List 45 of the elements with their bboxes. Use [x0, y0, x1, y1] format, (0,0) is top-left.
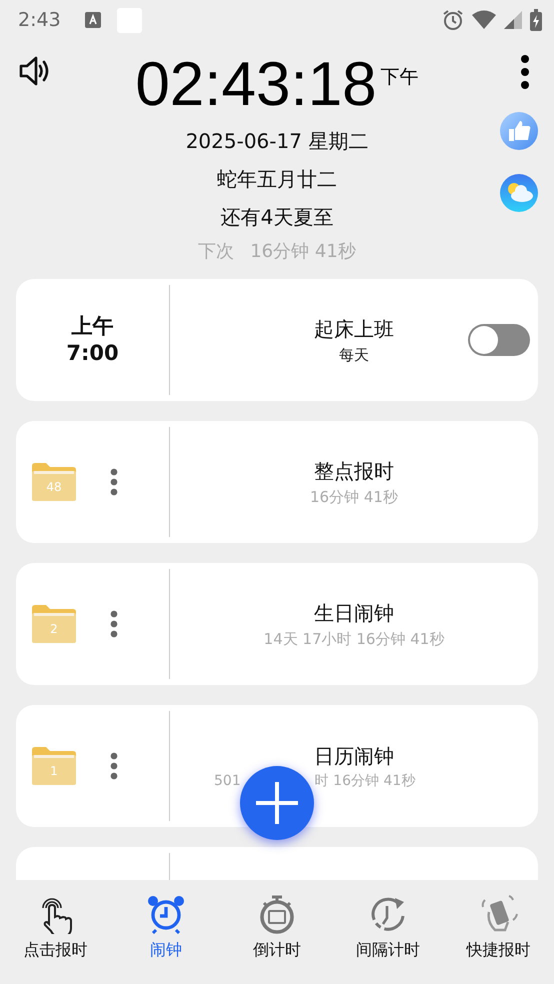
- folder-icon: [32, 747, 76, 785]
- next-countdown: 16分钟 41秒: [250, 240, 356, 264]
- countdown-text: 16分钟 41秒: [310, 486, 398, 508]
- countdown-text: 501: [214, 772, 241, 790]
- nav-tab[interactable]: 快捷报时: [443, 880, 554, 984]
- nav-tab[interactable]: 间隔计时: [332, 880, 444, 984]
- folder-title: 生日闹钟: [313, 600, 395, 627]
- more-menu-icon[interactable]: [520, 54, 530, 90]
- folder-title: 日历闹钟: [313, 742, 395, 770]
- countdown-text: 14天 17小时 16分钟 41秒: [264, 628, 444, 650]
- date-text: 2025-06-17 星期二: [186, 129, 368, 153]
- folder-count: 1: [49, 764, 59, 778]
- wifi-icon: [472, 10, 496, 30]
- plus-icon: [256, 782, 298, 824]
- folder-title: 整点报时: [312, 458, 395, 485]
- alarm-icon: [442, 9, 464, 31]
- nav-tab[interactable]: 闹钟: [110, 880, 222, 984]
- folder-icon: [32, 605, 76, 643]
- lunar-date-text: 蛇年五月廿二: [217, 167, 337, 191]
- alarm-time: 7:00: [66, 340, 119, 367]
- alarm-card[interactable]: 2 生日闹钟 14天 17小时 16分钟 41秒: [16, 563, 538, 685]
- clock-meridiem: 下午: [380, 67, 419, 88]
- weather-icon[interactable]: [500, 174, 538, 212]
- alarm-title: 起床上班: [314, 316, 394, 343]
- nav-tab[interactable]: 倒计时: [222, 880, 332, 984]
- alarm-card[interactable]: 上午 7:00 起床上班 每天: [16, 279, 538, 401]
- toggle-switch[interactable]: [468, 324, 530, 356]
- battery-icon: [530, 9, 542, 31]
- signal-icon: [504, 11, 522, 29]
- folder-count: 2: [49, 622, 59, 636]
- alarm-card[interactable]: 1 日历闹钟 501 时 16分钟 41秒: [16, 705, 538, 827]
- folder-count: 48: [45, 480, 63, 494]
- alarm-card[interactable]: 48 整点报时 16分钟 41秒: [16, 421, 538, 543]
- solar-term-text: 还有4天夏至: [220, 205, 334, 229]
- alarm-clock-icon: [146, 894, 186, 934]
- nav-tab[interactable]: 点击报时: [0, 880, 111, 984]
- alarm-meridiem: 上午: [70, 312, 114, 340]
- clock-time: 02:43:18: [135, 50, 377, 119]
- status-time: 2:43: [18, 8, 61, 33]
- next-label: 下次: [198, 240, 234, 264]
- alarm-repeat: 每天: [338, 344, 370, 366]
- thumbs-up-icon[interactable]: [500, 112, 538, 150]
- keyboard-notification-icon: [84, 12, 101, 28]
- folder-icon: [32, 463, 76, 501]
- countdown-text: 时 16分钟 41秒: [314, 772, 416, 790]
